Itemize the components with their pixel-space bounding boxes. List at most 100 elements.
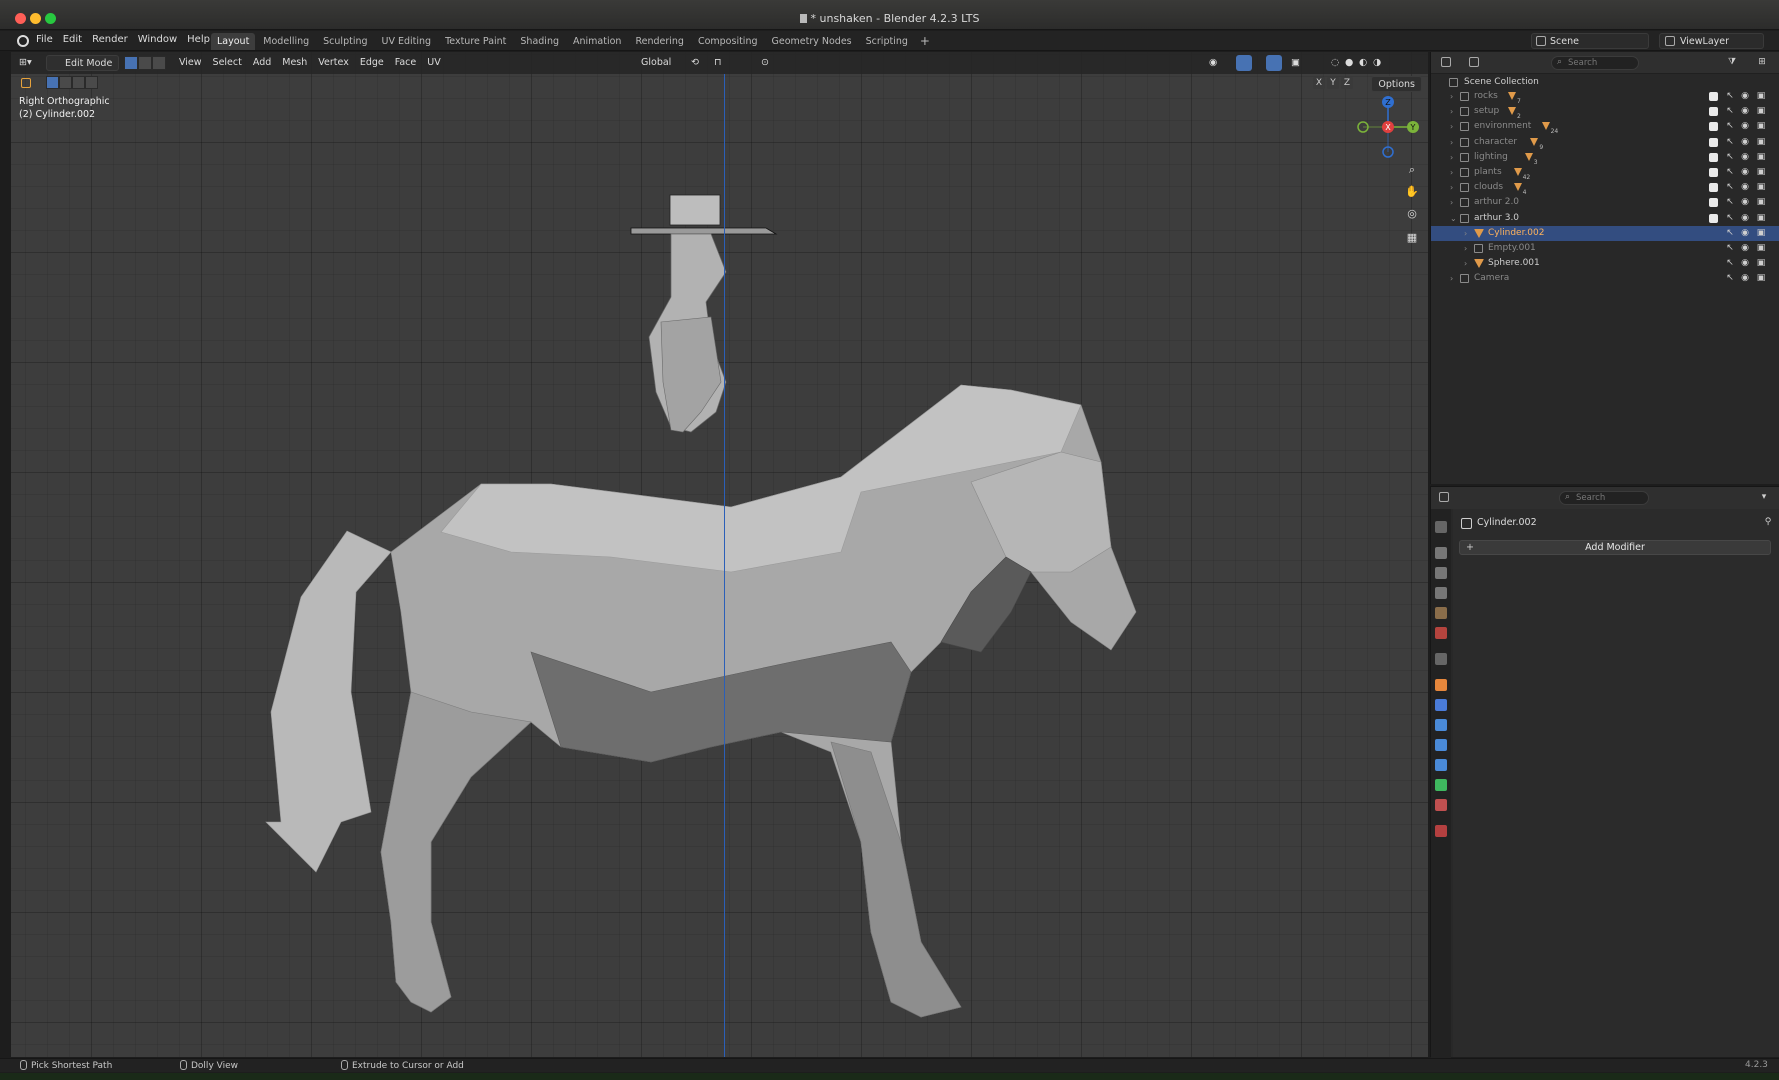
perspective-toggle-icon[interactable]: ▦ <box>1404 230 1420 246</box>
menu-edit[interactable]: Edit <box>63 34 82 45</box>
camera-render-icon[interactable]: ▣ <box>1756 243 1766 253</box>
expand-arrow-icon[interactable]: › <box>1464 226 1467 241</box>
select-intersect-icon[interactable] <box>85 76 98 89</box>
select-subtract-icon[interactable] <box>72 76 85 89</box>
exclude-checkbox[interactable] <box>1709 152 1718 162</box>
editor-type-icon[interactable]: ⊞▾ <box>19 55 41 71</box>
expand-arrow-icon[interactable]: › <box>1450 195 1453 210</box>
tab-texture-paint[interactable]: Texture Paint <box>439 33 512 50</box>
menu-view[interactable]: View <box>179 55 202 71</box>
menu-add[interactable]: Add <box>253 55 271 71</box>
eye-icon[interactable]: ◉ <box>1740 91 1750 101</box>
viewport-mesh-canvas[interactable] <box>11 52 1428 1057</box>
mirror-y-button[interactable]: Y <box>1327 77 1339 89</box>
menu-help[interactable]: Help <box>187 34 210 45</box>
options-button[interactable]: Options <box>1371 76 1422 92</box>
exclude-checkbox[interactable] <box>1709 107 1718 117</box>
physics-tab-icon[interactable] <box>1435 739 1447 751</box>
exclude-checkbox[interactable] <box>1709 122 1718 132</box>
menu-edge[interactable]: Edge <box>360 55 384 71</box>
exclude-checkbox[interactable] <box>1709 183 1718 193</box>
outliner-row[interactable]: › arthur 2.0 ↖ ◉ ▣ <box>1431 195 1779 210</box>
world-tab-icon[interactable] <box>1435 627 1447 639</box>
mirror-x-button[interactable]: X <box>1313 77 1325 89</box>
outliner-row[interactable]: › rocks 7 ↖ ◉ ▣ <box>1431 89 1779 105</box>
tab-compositing[interactable]: Compositing <box>692 33 764 50</box>
eye-icon[interactable]: ◉ <box>1740 213 1750 223</box>
menu-face[interactable]: Face <box>395 55 416 71</box>
select-toggle-icon[interactable]: ↖ <box>1725 258 1735 268</box>
outliner-row[interactable]: ⌄ arthur 3.0 ↖ ◉ ▣ <box>1431 211 1779 226</box>
tool-select-box-icon[interactable] <box>21 78 31 88</box>
eye-icon[interactable]: ◉ <box>1740 121 1750 131</box>
outliner-search-input[interactable]: Search <box>1551 56 1639 70</box>
outliner-row[interactable]: › clouds 4 ↖ ◉ ▣ <box>1431 180 1779 196</box>
add-modifier-button[interactable]: + Add Modifier <box>1459 540 1771 555</box>
menu-window[interactable]: Window <box>138 34 177 45</box>
scene-tab-icon[interactable] <box>1435 607 1447 619</box>
outliner-scene-collection[interactable]: Scene Collection <box>1431 75 1779 90</box>
pivot-point-icon[interactable]: ⟲ <box>691 55 709 71</box>
select-toggle-icon[interactable]: ↖ <box>1725 137 1735 147</box>
snap-icon[interactable]: ⊓ <box>714 55 732 71</box>
chevron-down-icon[interactable]: ▾ <box>1759 492 1769 502</box>
outliner-editor-icon[interactable] <box>1441 57 1451 67</box>
blender-logo-icon[interactable] <box>17 35 29 47</box>
select-toggle-icon[interactable]: ↖ <box>1725 243 1735 253</box>
outliner-row[interactable]: › environment 24 ↖ ◉ ▣ <box>1431 119 1779 135</box>
expand-arrow-icon[interactable]: › <box>1450 135 1453 150</box>
outliner-row[interactable]: › Camera ↖ ◉ ▣ <box>1431 271 1779 286</box>
tab-scripting[interactable]: Scripting <box>860 33 914 50</box>
properties-search-input[interactable]: Search <box>1559 491 1649 505</box>
select-toggle-icon[interactable]: ↖ <box>1725 197 1735 207</box>
tab-modelling[interactable]: Modelling <box>257 33 315 50</box>
pin-icon[interactable]: ⚲ <box>1763 517 1773 527</box>
navigation-gizmo[interactable]: Z Y X <box>1353 92 1423 162</box>
zoom-icon[interactable]: ⌕ <box>1404 162 1420 178</box>
tab-sculpting[interactable]: Sculpting <box>317 33 373 50</box>
visibility-icon[interactable]: ◉ <box>1209 55 1227 71</box>
data-tab-icon[interactable] <box>1435 779 1447 791</box>
view-layer-tab-icon[interactable] <box>1435 587 1447 599</box>
filter-icon[interactable]: ⧩ <box>1727 57 1737 67</box>
collection-tab-icon[interactable] <box>1435 653 1447 665</box>
proportional-edit-icon[interactable]: ⊙ <box>761 55 779 71</box>
menu-render[interactable]: Render <box>92 34 128 45</box>
overlay-toggle-icon[interactable] <box>1266 55 1282 71</box>
outliner-row[interactable]: › Sphere.001 ↖ ◉ ▣ <box>1431 256 1779 271</box>
outliner-row[interactable]: › lighting 3 ↖ ◉ ▣ <box>1431 150 1779 166</box>
edge-select-icon[interactable] <box>138 56 152 70</box>
select-toggle-icon[interactable]: ↖ <box>1725 106 1735 116</box>
modifier-tab-icon[interactable] <box>1435 699 1447 711</box>
camera-render-icon[interactable]: ▣ <box>1756 273 1766 283</box>
expand-arrow-icon[interactable]: › <box>1450 150 1453 165</box>
select-new-icon[interactable] <box>46 76 59 89</box>
view-layer-selector[interactable]: ViewLayer <box>1659 33 1764 49</box>
exclude-checkbox[interactable] <box>1709 92 1718 101</box>
exclude-checkbox[interactable] <box>1709 213 1718 223</box>
scene-selector[interactable]: Scene <box>1531 33 1649 49</box>
camera-render-icon[interactable]: ▣ <box>1756 137 1766 147</box>
eye-icon[interactable]: ◉ <box>1740 137 1750 147</box>
select-toggle-icon[interactable]: ↖ <box>1725 91 1735 101</box>
3d-viewport[interactable]: ⊞▾ Edit Mode View Select Add Mesh Vertex… <box>11 52 1428 1057</box>
eye-icon[interactable]: ◉ <box>1740 273 1750 283</box>
mirror-z-button[interactable]: Z <box>1341 77 1353 89</box>
new-collection-icon[interactable]: ⊞ <box>1757 57 1767 67</box>
menu-vertex[interactable]: Vertex <box>318 55 349 71</box>
expand-arrow-icon[interactable]: › <box>1450 271 1453 286</box>
camera-render-icon[interactable]: ▣ <box>1756 167 1766 177</box>
camera-render-icon[interactable]: ▣ <box>1756 197 1766 207</box>
outliner-row[interactable]: › plants 42 ↖ ◉ ▣ <box>1431 165 1779 181</box>
expand-arrow-icon[interactable]: › <box>1450 180 1453 195</box>
tab-rendering[interactable]: Rendering <box>629 33 690 50</box>
select-toggle-icon[interactable]: ↖ <box>1725 167 1735 177</box>
pan-hand-icon[interactable]: ✋ <box>1404 184 1420 200</box>
select-extend-icon[interactable] <box>59 76 72 89</box>
camera-render-icon[interactable]: ▣ <box>1756 91 1766 101</box>
mode-selector[interactable]: Edit Mode <box>46 55 120 71</box>
shading-rendered-icon[interactable]: ◑ <box>1373 55 1387 71</box>
eye-icon[interactable]: ◉ <box>1740 167 1750 177</box>
expand-arrow-icon[interactable]: › <box>1450 104 1453 119</box>
tab-geometry-nodes[interactable]: Geometry Nodes <box>766 33 858 50</box>
